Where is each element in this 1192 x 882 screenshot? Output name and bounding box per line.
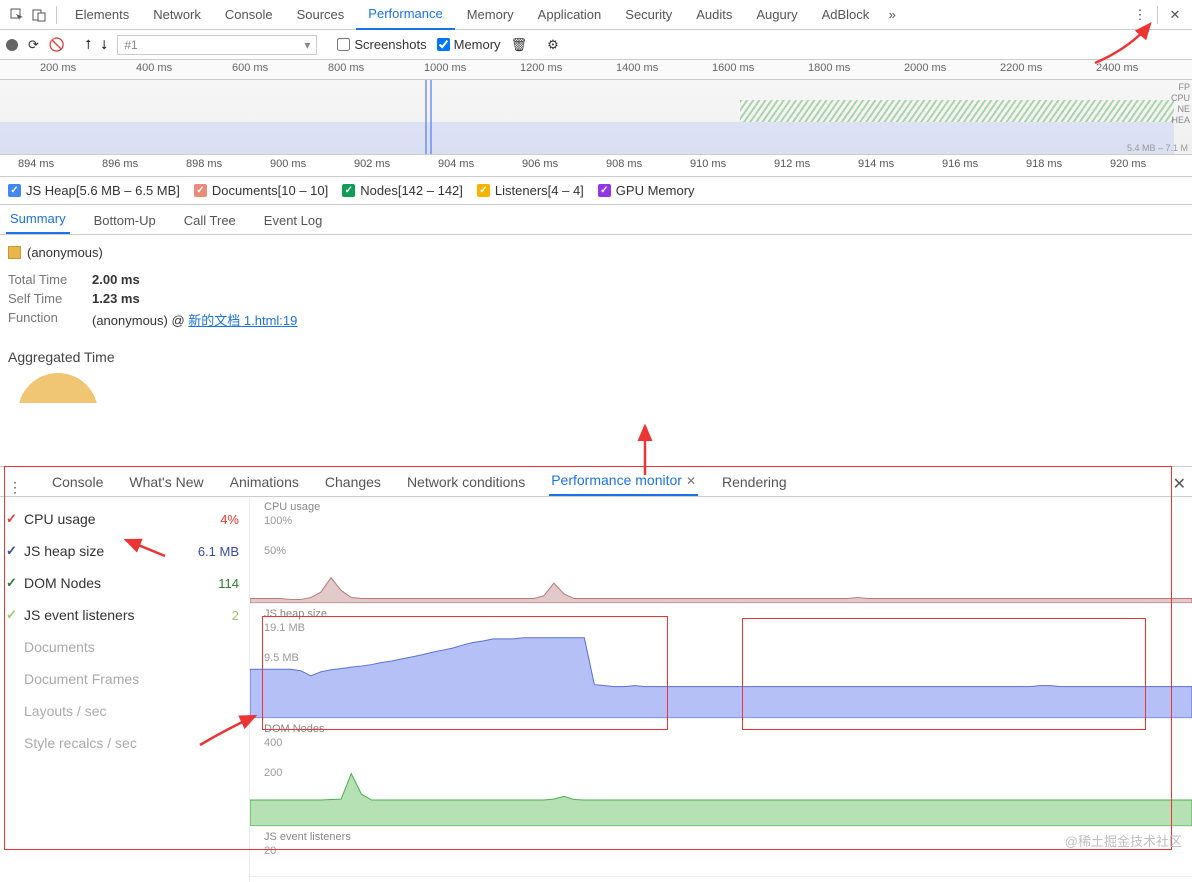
metric-style-recalcs-sec[interactable]: Style recalcs / sec [0,727,249,759]
performance-toolbar: ⟳ 🚫 ⭡ ⭣ #1▾ Screenshots Memory 🗑 ⚙ [0,30,1192,60]
kebab-menu-icon[interactable]: ⋮ [1129,4,1151,26]
metric-cpu-usage[interactable]: ✓CPU usage4% [0,503,249,535]
clear-icon[interactable]: 🚫 [49,37,65,53]
chart-dom-nodes: DOM Nodes400200 [250,719,1192,827]
metric-documents[interactable]: Documents [0,631,249,663]
aggregated-time-heading: Aggregated Time [8,349,1184,365]
self-time-value: 1.23 ms [92,291,140,306]
memory-legend: ✓JS Heap[5.6 MB – 6.5 MB] ✓Documents[10 –… [0,177,1192,205]
more-tabs-icon[interactable]: » [881,4,903,26]
metric-document-frames[interactable]: Document Frames [0,663,249,695]
drawer-tab-console[interactable]: Console [50,468,105,496]
metric-js-heap-size[interactable]: ✓JS heap size6.1 MB [0,535,249,567]
tab-augury[interactable]: Augury [744,0,809,30]
save-profile-icon[interactable]: ⭣ [101,37,107,53]
subtab-event-log[interactable]: Event Log [260,207,327,234]
tab-elements[interactable]: Elements [63,0,141,30]
function-name: (anonymous) [27,245,103,260]
drawer-tabs: ⋮ Console What's New Animations Changes Netw… [0,467,1192,497]
timeline-overview[interactable]: FPCPUNEHEA 5.4 MB – 7.1 M [0,80,1192,155]
total-time-value: 2.00 ms [92,272,140,287]
record-button[interactable] [6,39,18,51]
category-color-swatch [8,246,21,259]
load-profile-icon[interactable]: ⭡ [85,37,91,53]
tab-sources[interactable]: Sources [285,0,357,30]
legend-nodes[interactable]: ✓Nodes[142 – 142] [342,183,463,198]
devtools-top-toolbar: ElementsNetworkConsoleSourcesPerformance… [0,0,1192,30]
chart-cpu-usage: CPU usage100%50% [250,497,1192,604]
metric-js-event-listeners[interactable]: ✓JS event listeners2 [0,599,249,631]
tab-performance[interactable]: Performance [356,0,454,30]
drawer-tab-changes[interactable]: Changes [323,468,383,496]
tab-application[interactable]: Application [526,0,614,30]
heap-range-label: 5.4 MB – 7.1 M [1127,143,1188,153]
close-tab-icon[interactable]: ✕ [686,474,696,488]
legend-js-heap[interactable]: ✓JS Heap[5.6 MB – 6.5 MB] [8,183,180,198]
metric-dom-nodes[interactable]: ✓DOM Nodes114 [0,567,249,599]
legend-gpu-memory[interactable]: ✓GPU Memory [598,183,695,198]
subtab-call-tree[interactable]: Call Tree [180,207,240,234]
details-tabs: Summary Bottom-Up Call Tree Event Log [0,205,1192,235]
drawer-tab-what's-new[interactable]: What's New [127,468,205,496]
tab-console[interactable]: Console [213,0,285,30]
metric-layouts-sec[interactable]: Layouts / sec [0,695,249,727]
perfmon-charts: CPU usage100%50%JS heap size19.1 MB9.5 M… [250,497,1192,882]
summary-pane: (anonymous) Total Time2.00 ms Self Time1… [0,235,1192,413]
drawer-tab-rendering[interactable]: Rendering [720,468,789,496]
screenshots-checkbox[interactable]: Screenshots [337,37,426,52]
close-devtools-icon[interactable]: ✕ [1164,4,1186,26]
settings-gear-icon[interactable]: ⚙ [547,37,559,53]
tab-adblock[interactable]: AdBlock [810,0,882,30]
tab-security[interactable]: Security [613,0,684,30]
memory-checkbox[interactable]: Memory [437,37,501,52]
source-link[interactable]: 新的文档 1.html:19 [188,313,297,328]
chart-js-event-listeners: JS event listeners20 [250,827,1192,877]
drawer-tab-performance-monitor[interactable]: Performance monitor✕ [549,466,698,496]
subtab-bottom-up[interactable]: Bottom-Up [90,207,160,234]
aggregated-time-pie [8,373,108,403]
drawer-tab-network-conditions[interactable]: Network conditions [405,468,527,496]
tab-audits[interactable]: Audits [684,0,744,30]
perfmon-metrics-list: ✓CPU usage4%✓JS heap size6.1 MB✓DOM Node… [0,497,250,882]
detail-ruler: 894 ms896 ms898 ms900 ms902 ms904 ms906 … [0,155,1192,177]
watermark: @稀土掘金技术社区 [1065,831,1182,850]
inspect-icon[interactable] [6,4,28,26]
chart-js-heap-size: JS heap size19.1 MB9.5 MB [250,604,1192,719]
drawer-close-icon[interactable]: ✕ [1173,474,1186,494]
drawer-tab-animations[interactable]: Animations [228,468,301,496]
profile-selector[interactable]: #1▾ [117,35,317,55]
subtab-summary[interactable]: Summary [6,205,70,234]
drawer: ⋮ Console What's New Animations Changes Netw… [0,466,1192,882]
legend-listeners[interactable]: ✓Listeners[4 – 4] [477,183,584,198]
device-toggle-icon[interactable] [28,4,50,26]
tab-memory[interactable]: Memory [455,0,526,30]
gc-icon[interactable]: 🗑 [511,37,528,53]
legend-documents[interactable]: ✓Documents[10 – 10] [194,183,328,198]
tab-network[interactable]: Network [141,0,213,30]
overview-ruler: 200 ms400 ms600 ms800 ms1000 ms1200 ms14… [0,60,1192,80]
reload-record-icon[interactable]: ⟳ [28,37,39,53]
drawer-menu-icon[interactable]: ⋮ [8,479,28,496]
